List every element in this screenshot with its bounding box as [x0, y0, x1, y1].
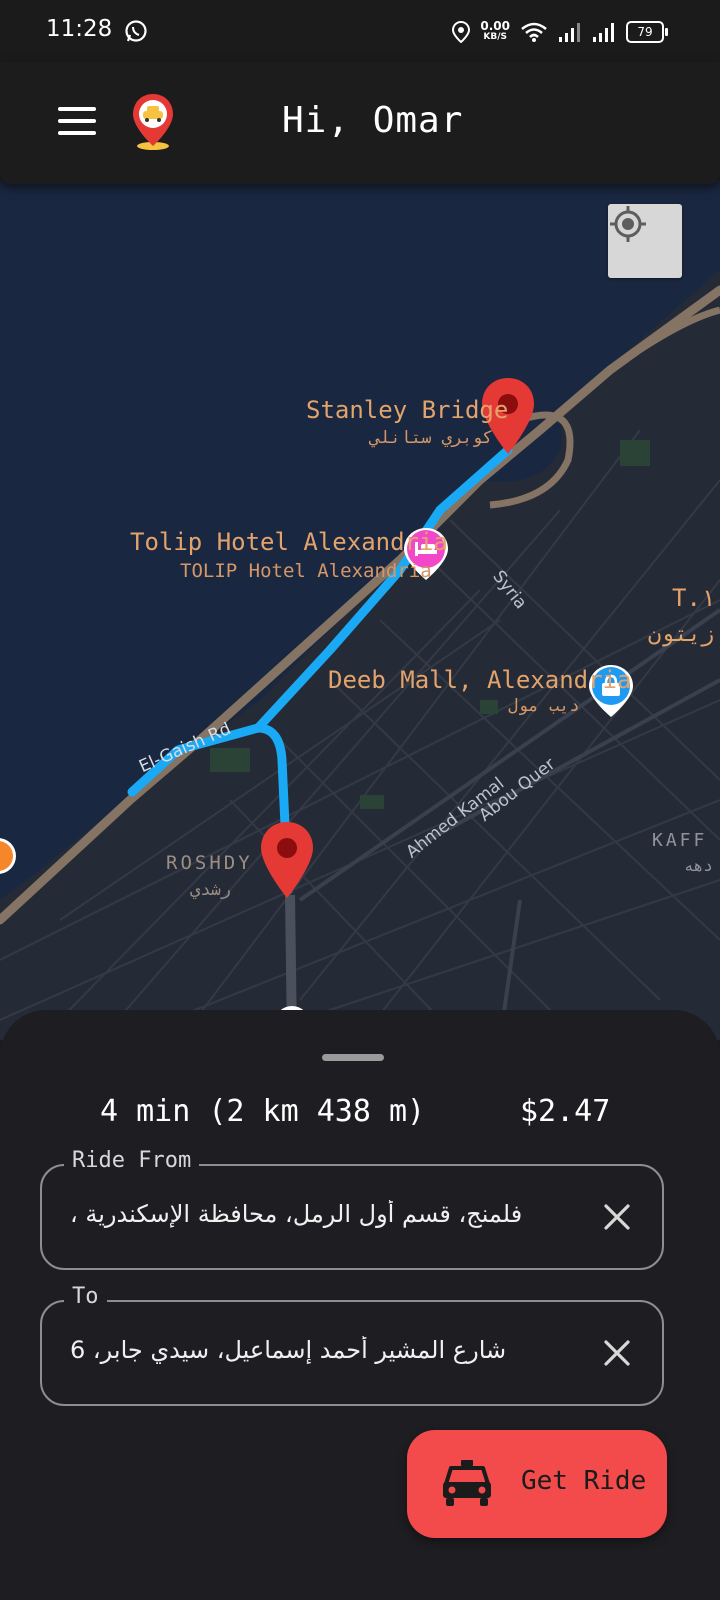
map-label-deeb-mall: Deeb Mall, Alexandria: [328, 666, 632, 694]
whatsapp-icon: [125, 20, 147, 42]
ride-from-field[interactable]: Ride From فلمنج، قسم أول الرمل، محافظة ا…: [40, 1148, 664, 1270]
ride-to-field[interactable]: To شارع المشير أحمد إسماعيل، سيدي جابر، …: [40, 1284, 664, 1406]
ride-bottom-sheet: 4 min (2 km 438 m) $2.47 Ride From فلمنج…: [0, 1010, 720, 1600]
poi-marker-icon[interactable]: [0, 836, 18, 886]
my-location-button[interactable]: [608, 204, 682, 278]
ride-from-label: Ride From: [64, 1148, 200, 1173]
map-label-roshdy-ar: رشدي: [190, 880, 231, 900]
status-time: 11:28: [46, 16, 113, 42]
speed-unit: KB/S: [483, 32, 507, 42]
battery-icon: 79: [626, 21, 668, 43]
taxi-icon: [443, 1460, 491, 1506]
get-ride-button[interactable]: Get Ride: [407, 1430, 667, 1538]
wifi-icon: [521, 22, 547, 42]
map-label-stanley-bridge: Stanley Bridge: [306, 396, 509, 424]
network-speed: 0.00 KB/S: [480, 19, 510, 43]
ride-to-label: To: [64, 1284, 107, 1309]
map-view[interactable]: Stanley Bridge كوبري ستانلي Tolip Hotel …: [0, 180, 720, 1040]
trip-eta: 4 min (2 km 438 m): [100, 1094, 426, 1129]
status-icons: 0.00 KB/S 79: [452, 18, 668, 46]
taxi-pin-logo-icon: [133, 94, 173, 150]
location-icon: [452, 21, 471, 43]
map-label-tolip-hotel: Tolip Hotel Alexandria: [130, 528, 448, 556]
get-ride-label: Get Ride: [521, 1466, 647, 1496]
clear-from-icon[interactable]: [602, 1202, 632, 1232]
map-label-kafr: KAFF: [652, 830, 708, 851]
speed-value: 0.00: [480, 19, 510, 33]
signal-icon: [559, 23, 580, 42]
clear-to-icon[interactable]: [602, 1338, 632, 1368]
map-label-kafr-ar: دهه: [684, 856, 713, 875]
status-bar: 11:28 0.00 KB/S 79: [0, 0, 720, 62]
my-location-icon: [610, 206, 646, 242]
map-label-deeb-mall-ar: ديب مول: [508, 696, 580, 716]
map-label-stanley-bridge-ar: كوبري ستانلي: [370, 428, 493, 448]
greeting-title: Hi, Omar: [282, 100, 464, 141]
map-label-tolip-hotel-sub: TOLIP Hotel Alexandria: [180, 560, 432, 582]
map-label-partial-ar: زيتون: [648, 622, 715, 647]
hamburger-menu-icon[interactable]: [58, 107, 96, 137]
signal-icon: [593, 23, 614, 42]
ride-from-input[interactable]: فلمنج، قسم أول الرمل، محافظة الإسكندرية …: [70, 1200, 552, 1228]
map-canvas: [0, 180, 720, 1040]
ride-to-input[interactable]: شارع المشير أحمد إسماعيل، سيدي جابر، 6: [70, 1336, 552, 1364]
app-header: Hi, Omar: [0, 62, 720, 184]
map-label-partial: T.١: [672, 584, 716, 612]
origin-pin-icon[interactable]: [259, 820, 315, 900]
map-label-roshdy: ROSHDY: [166, 852, 253, 874]
drag-handle[interactable]: [322, 1054, 384, 1061]
trip-price: $2.47: [520, 1094, 611, 1129]
